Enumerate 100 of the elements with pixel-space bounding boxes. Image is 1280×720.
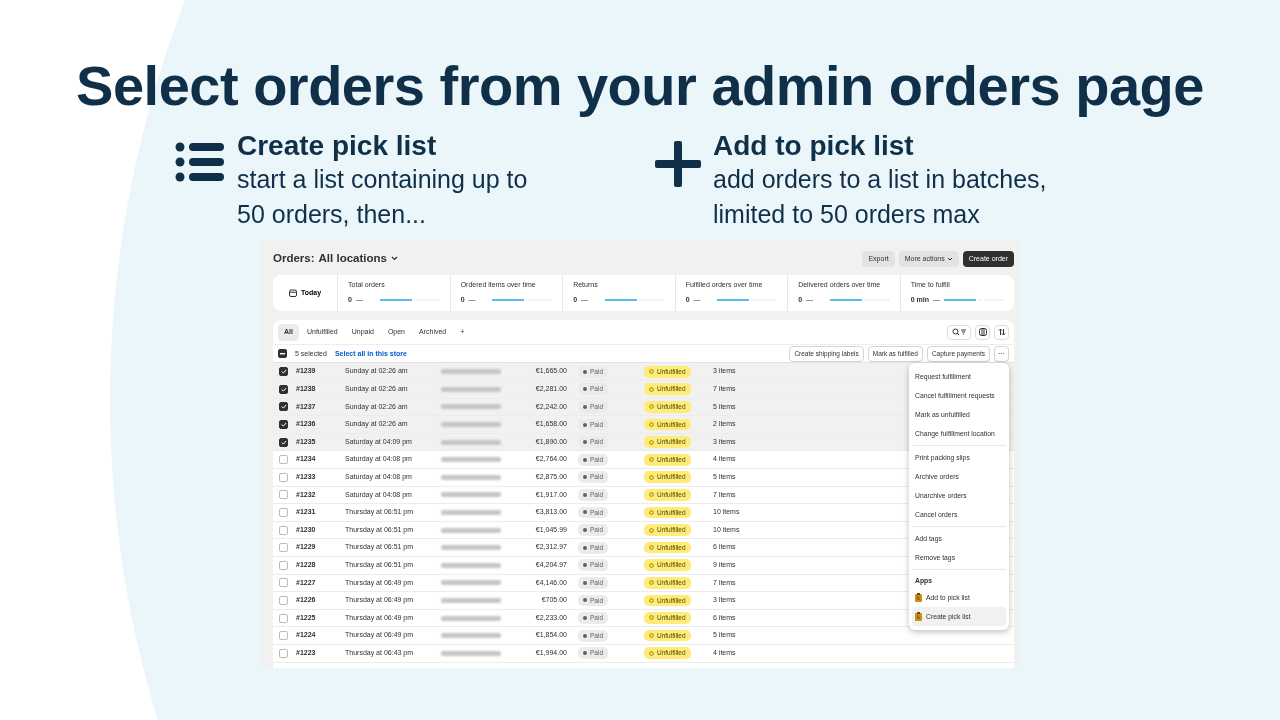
blurred-name (441, 580, 501, 586)
blurred-name (441, 545, 501, 551)
search-filter-icon (951, 328, 967, 337)
clipboard-icon (915, 612, 922, 622)
calendar-icon (289, 289, 297, 298)
dot-icon (583, 580, 587, 585)
dot-icon (583, 510, 587, 515)
blurred-name (441, 422, 501, 427)
ring-icon (649, 580, 654, 586)
sort-button[interactable] (994, 324, 1009, 340)
blurred-name (441, 386, 501, 392)
ring-icon (649, 545, 654, 551)
plus-icon (655, 140, 701, 187)
checkmark-icon (280, 404, 287, 410)
ring-icon (649, 562, 654, 568)
page-title: Orders: (273, 251, 315, 267)
dot-icon (583, 422, 587, 427)
row-checkbox[interactable] (279, 578, 288, 588)
row-checkbox[interactable] (279, 631, 288, 641)
blurred-name (441, 457, 501, 463)
row-checkbox[interactable] (279, 490, 288, 500)
ring-icon (649, 474, 654, 480)
dot-icon (583, 457, 587, 462)
blurred-name (441, 615, 501, 621)
row-checkbox[interactable] (279, 508, 288, 517)
sparkline (604, 298, 665, 303)
sparkline (829, 298, 890, 303)
blurred-name (441, 492, 501, 498)
select-all-checkbox[interactable] (278, 349, 287, 359)
dot-icon (583, 545, 587, 550)
ring-icon (649, 457, 654, 463)
row-checkbox[interactable] (279, 367, 288, 377)
dot-icon (583, 563, 587, 568)
blurred-name (441, 474, 501, 480)
columns-icon (978, 328, 987, 337)
feature-title: Create pick list (237, 128, 438, 163)
blurred-name (441, 633, 501, 639)
checkmark-icon (280, 422, 287, 427)
clipboard-icon (915, 593, 922, 603)
dot-icon (583, 528, 587, 533)
row-checkbox[interactable] (279, 437, 288, 447)
dot-icon (583, 475, 587, 480)
ring-icon (649, 597, 654, 603)
dot-icon (583, 598, 587, 603)
ring-icon (649, 527, 654, 533)
dot-icon (583, 492, 587, 497)
checkmark-icon (280, 369, 287, 375)
dot-icon (583, 404, 587, 409)
ring-icon (649, 439, 654, 445)
row-checkbox[interactable] (279, 543, 288, 553)
chevron-down-icon (946, 256, 953, 261)
row-checkbox[interactable] (279, 595, 288, 605)
row-checkbox[interactable] (279, 384, 288, 394)
ring-icon (649, 404, 654, 410)
row-checkbox[interactable] (279, 525, 288, 535)
ring-icon (649, 615, 654, 621)
ring-icon (649, 386, 654, 392)
ring-icon (649, 509, 654, 515)
ring-icon (649, 369, 654, 375)
dot-icon (583, 633, 587, 638)
sparkline (379, 298, 440, 303)
feature-description: start a list containing up to 50 orders, then... (237, 164, 529, 231)
row-checkbox[interactable] (279, 648, 288, 658)
checkmark-icon (280, 439, 287, 445)
ring-icon (649, 421, 654, 427)
row-checkbox[interactable] (279, 560, 288, 570)
dot-icon (583, 616, 587, 621)
blurred-name (441, 439, 501, 445)
row-checkbox[interactable] (279, 472, 288, 482)
sparkline (717, 298, 778, 303)
blurred-name (441, 404, 501, 410)
location-dropdown[interactable]: All locations (318, 250, 398, 268)
headline: Select orders from your admin orders page (76, 55, 1204, 117)
search-filter-button[interactable] (947, 324, 971, 340)
blurred-name (441, 369, 501, 375)
dot-icon (583, 651, 587, 656)
row-checkbox[interactable] (279, 420, 288, 429)
list-icon (175, 140, 225, 183)
row-checkbox[interactable] (279, 402, 288, 412)
blurred-name (441, 510, 501, 515)
feature-title: Add to pick list (713, 128, 915, 163)
ring-icon (649, 492, 654, 498)
ring-icon (649, 633, 654, 639)
dot-icon (583, 440, 587, 445)
minus-icon (280, 352, 285, 355)
dot-icon (583, 369, 587, 374)
checkmark-icon (280, 386, 287, 392)
columns-button[interactable] (975, 324, 990, 340)
feature-description: add orders to a list in batches, limited to 50 orders max (713, 164, 1048, 231)
blurred-name (441, 562, 501, 568)
sort-icon (997, 328, 1006, 337)
row-checkbox[interactable] (279, 613, 288, 623)
blurred-name (441, 527, 501, 533)
chevron-down-icon (390, 256, 398, 262)
ring-icon (649, 650, 654, 656)
blurred-name (441, 650, 501, 656)
row-checkbox[interactable] (279, 455, 288, 465)
blurred-name (441, 597, 501, 603)
sparkline (492, 298, 553, 303)
sparkline (944, 298, 1004, 303)
